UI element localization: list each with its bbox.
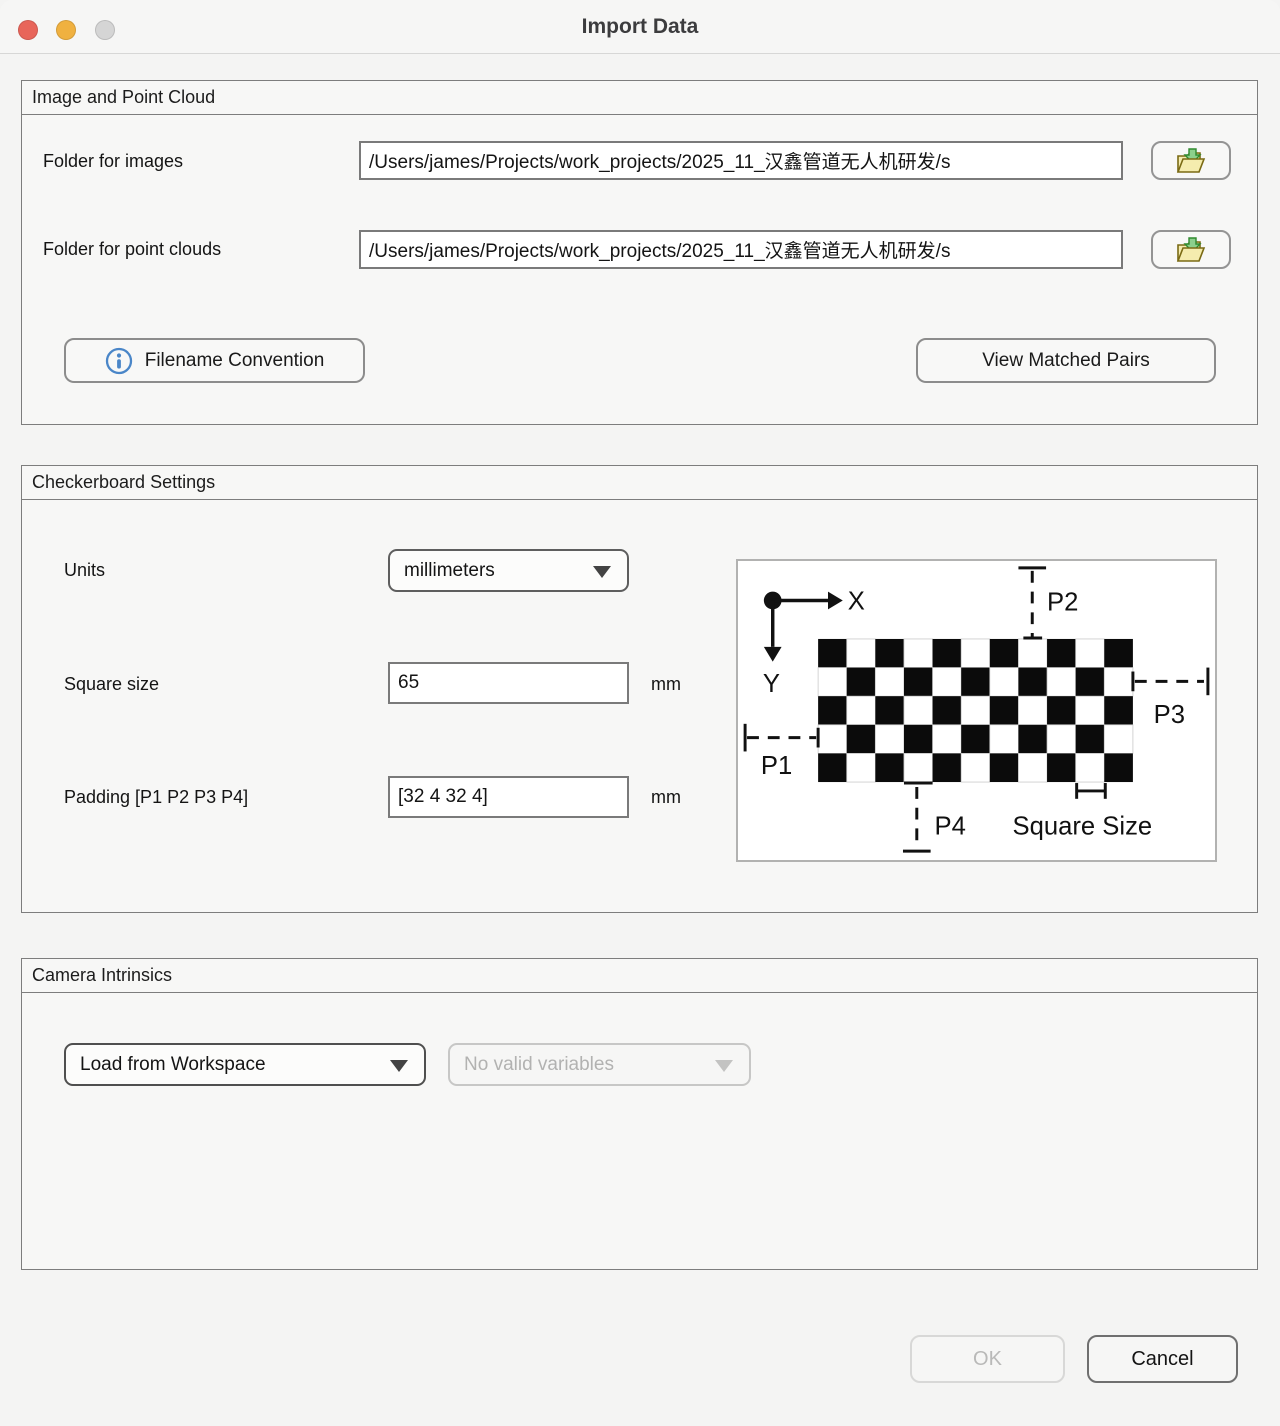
p4-label: P4 [935, 812, 966, 840]
square-size-unit-label: mm [651, 674, 681, 695]
title-bar: Import Data [0, 0, 1280, 54]
browse-images-folder-button[interactable] [1151, 141, 1231, 180]
square-size-input[interactable] [388, 662, 629, 704]
p2-label: P2 [1047, 588, 1078, 616]
view-matched-pairs-button[interactable]: View Matched Pairs [916, 338, 1216, 383]
camera-intrinsics-title: Camera Intrinsics [22, 959, 1257, 993]
folder-for-point-clouds-input[interactable] [359, 230, 1123, 269]
x-axis-label: X [848, 587, 865, 615]
y-axis-label: Y [763, 670, 780, 698]
cancel-button[interactable]: Cancel [1087, 1335, 1238, 1383]
p3-label: P3 [1154, 701, 1185, 729]
folder-for-images-label: Folder for images [43, 151, 183, 172]
ok-button[interactable]: OK [910, 1335, 1065, 1383]
filename-convention-label: Filename Convention [145, 350, 325, 372]
p1-label: P1 [761, 752, 792, 780]
padding-label: Padding [P1 P2 P3 P4] [64, 787, 248, 808]
checkerboard-squares [818, 639, 1133, 782]
window-title: Import Data [0, 0, 1280, 54]
padding-unit-label: mm [651, 787, 681, 808]
chevron-down-icon [715, 1060, 733, 1072]
p3-measure-line [1133, 668, 1208, 696]
checkerboard-diagram: X Y P2 P3 P1 [736, 559, 1217, 862]
units-label: Units [64, 560, 105, 581]
square-size-label: Square size [64, 674, 159, 695]
intrinsics-source-dropdown[interactable]: Load from Workspace [64, 1043, 426, 1086]
chevron-down-icon [593, 566, 611, 578]
padding-input[interactable] [388, 776, 629, 818]
image-point-cloud-title: Image and Point Cloud [22, 81, 1257, 115]
intrinsics-variable-dropdown[interactable]: No valid variables [448, 1043, 751, 1086]
p2-measure-line [1018, 568, 1046, 638]
square-size-bracket [1077, 783, 1106, 799]
units-dropdown[interactable]: millimeters [388, 549, 629, 592]
folder-for-point-clouds-label: Folder for point clouds [43, 239, 221, 260]
open-folder-icon [1173, 146, 1209, 176]
image-point-cloud-panel: Image and Point Cloud Folder for images … [21, 80, 1258, 425]
filename-convention-button[interactable]: Filename Convention [64, 338, 365, 383]
browse-point-clouds-folder-button[interactable] [1151, 230, 1231, 269]
p1-measure-line [745, 724, 818, 752]
chevron-down-icon [390, 1060, 408, 1072]
checkerboard-settings-panel: Checkerboard Settings Units millimeters … [21, 465, 1258, 913]
diagram-square-size-label: Square Size [1013, 812, 1153, 840]
camera-intrinsics-panel: Camera Intrinsics Load from Workspace No… [21, 958, 1258, 1270]
checkerboard-settings-title: Checkerboard Settings [22, 466, 1257, 500]
p4-measure-line [903, 783, 933, 851]
intrinsics-variable-value: No valid variables [464, 1054, 614, 1076]
folder-for-images-input[interactable] [359, 141, 1123, 180]
units-selected-value: millimeters [404, 560, 495, 582]
intrinsics-source-value: Load from Workspace [80, 1054, 266, 1076]
open-folder-icon [1173, 235, 1209, 265]
info-icon [105, 347, 133, 375]
